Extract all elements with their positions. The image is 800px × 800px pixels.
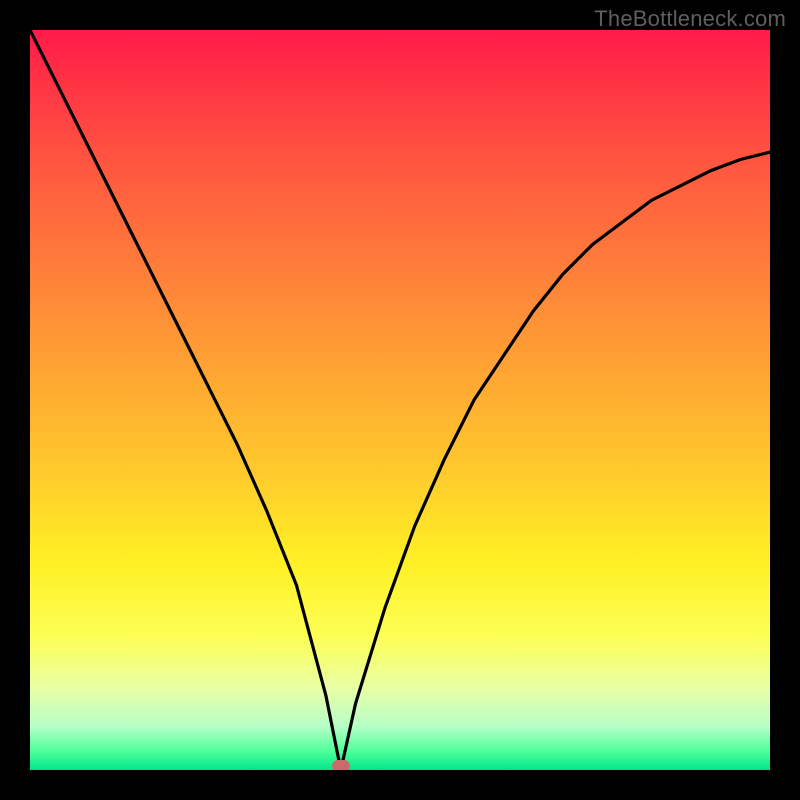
watermark-text: TheBottleneck.com [594, 6, 786, 32]
optimal-point-marker [332, 760, 350, 770]
chart-frame: TheBottleneck.com [0, 0, 800, 800]
bottleneck-curve [30, 30, 770, 770]
plot-area [30, 30, 770, 770]
curve-svg [30, 30, 770, 770]
